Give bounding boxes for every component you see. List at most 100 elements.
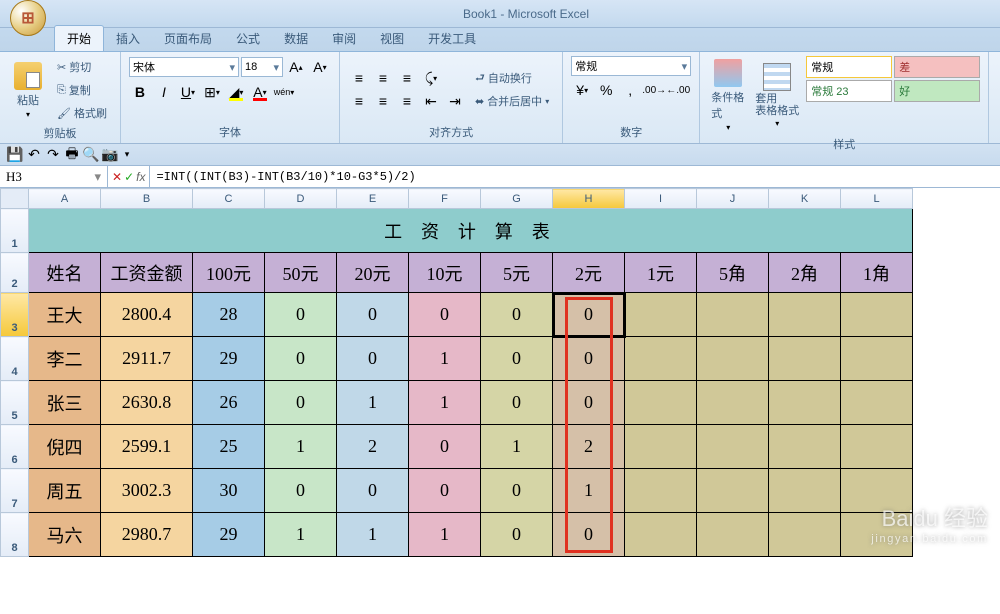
cell-F5[interactable]: 1 xyxy=(409,381,481,425)
cell-B3[interactable]: 2800.4 xyxy=(101,293,193,337)
cell-H3[interactable]: 0 xyxy=(553,293,625,337)
cell-K7[interactable] xyxy=(769,469,841,513)
cell-E3[interactable]: 0 xyxy=(337,293,409,337)
cell-L8[interactable] xyxy=(841,513,913,557)
cell-F3[interactable]: 0 xyxy=(409,293,481,337)
tab-review[interactable]: 审阅 xyxy=(320,26,368,51)
fill-color-button[interactable]: ◢▾ xyxy=(225,81,247,103)
cell-I3[interactable] xyxy=(625,293,697,337)
table-header[interactable]: 100元 xyxy=(193,253,265,293)
cell-J5[interactable] xyxy=(697,381,769,425)
style-normal[interactable]: 常规 xyxy=(806,56,892,78)
qat-redo[interactable]: ↷ xyxy=(44,146,62,164)
qat-more[interactable]: ▾ xyxy=(120,146,134,164)
row-header-2[interactable]: 2 xyxy=(1,253,29,293)
align-top-button[interactable]: ≡ xyxy=(348,67,370,89)
decrease-indent-button[interactable]: ⇤ xyxy=(420,90,442,112)
table-header[interactable]: 2角 xyxy=(769,253,841,293)
cell-I8[interactable] xyxy=(625,513,697,557)
underline-button[interactable]: U▾ xyxy=(177,81,199,103)
tab-home[interactable]: 开始 xyxy=(54,25,104,51)
office-button[interactable] xyxy=(4,0,52,28)
cell-A3[interactable]: 王大 xyxy=(29,293,101,337)
cell-A4[interactable]: 李二 xyxy=(29,337,101,381)
cell-D8[interactable]: 1 xyxy=(265,513,337,557)
row-header-4[interactable]: 4 xyxy=(1,337,29,381)
col-header-A[interactable]: A xyxy=(29,189,101,209)
cell-D3[interactable]: 0 xyxy=(265,293,337,337)
increase-font-button[interactable]: A▴ xyxy=(285,56,307,78)
table-header[interactable]: 5角 xyxy=(697,253,769,293)
col-header-E[interactable]: E xyxy=(337,189,409,209)
cell-I5[interactable] xyxy=(625,381,697,425)
cell-C5[interactable]: 26 xyxy=(193,381,265,425)
tab-insert[interactable]: 插入 xyxy=(104,26,152,51)
cell-F6[interactable]: 0 xyxy=(409,425,481,469)
cell-L6[interactable] xyxy=(841,425,913,469)
cell-K3[interactable] xyxy=(769,293,841,337)
align-middle-button[interactable]: ≡ xyxy=(372,67,394,89)
style-normal23[interactable]: 常规 23 xyxy=(806,80,892,102)
style-bad[interactable]: 差 xyxy=(894,56,980,78)
table-header[interactable]: 姓名 xyxy=(29,253,101,293)
orientation-button[interactable]: ⤹▾ xyxy=(420,67,442,89)
name-box[interactable]: H3 ▾ xyxy=(0,166,108,187)
table-header[interactable]: 2元 xyxy=(553,253,625,293)
row-header-6[interactable]: 6 xyxy=(1,425,29,469)
font-color-button[interactable]: A▾ xyxy=(249,81,271,103)
cell-F8[interactable]: 1 xyxy=(409,513,481,557)
wrap-text-button[interactable]: ⮐自动换行 xyxy=(470,67,554,89)
cell-A7[interactable]: 周五 xyxy=(29,469,101,513)
table-header[interactable]: 工资金额 xyxy=(101,253,193,293)
row-header-7[interactable]: 7 xyxy=(1,469,29,513)
cell-A8[interactable]: 马六 xyxy=(29,513,101,557)
qat-preview[interactable]: 🔍 xyxy=(82,146,100,164)
number-format-combo[interactable]: 常规▾ xyxy=(571,56,691,76)
italic-button[interactable]: I xyxy=(153,81,175,103)
cell-K6[interactable] xyxy=(769,425,841,469)
cell-E5[interactable]: 1 xyxy=(337,381,409,425)
cut-button[interactable]: ✂剪切 xyxy=(52,56,112,78)
qat-print[interactable]: 🖶 xyxy=(63,146,81,164)
insert-function-button[interactable]: fx xyxy=(136,170,145,184)
table-header[interactable]: 20元 xyxy=(337,253,409,293)
table-header[interactable]: 5元 xyxy=(481,253,553,293)
cell-C7[interactable]: 30 xyxy=(193,469,265,513)
align-right-button[interactable]: ≡ xyxy=(396,90,418,112)
align-center-button[interactable]: ≡ xyxy=(372,90,394,112)
cell-C3[interactable]: 28 xyxy=(193,293,265,337)
cell-E8[interactable]: 1 xyxy=(337,513,409,557)
cell-D5[interactable]: 0 xyxy=(265,381,337,425)
conditional-format-button[interactable]: 条件格式 ▾ xyxy=(708,56,748,135)
cell-L3[interactable] xyxy=(841,293,913,337)
cell-B6[interactable]: 2599.1 xyxy=(101,425,193,469)
cell-B8[interactable]: 2980.7 xyxy=(101,513,193,557)
cell-I4[interactable] xyxy=(625,337,697,381)
table-header[interactable]: 10元 xyxy=(409,253,481,293)
align-bottom-button[interactable]: ≡ xyxy=(396,67,418,89)
cell-K4[interactable] xyxy=(769,337,841,381)
cell-I7[interactable] xyxy=(625,469,697,513)
increase-decimal-button[interactable]: .00→ xyxy=(643,79,665,101)
decrease-font-button[interactable]: A▾ xyxy=(309,56,331,78)
percent-button[interactable]: % xyxy=(595,79,617,101)
cell-E7[interactable]: 0 xyxy=(337,469,409,513)
cell-J7[interactable] xyxy=(697,469,769,513)
formula-input[interactable]: =INT((INT(B3)-INT(B3/10)*10-G3*5)/2) xyxy=(150,166,1000,187)
cell-H7[interactable]: 1 xyxy=(553,469,625,513)
bold-button[interactable]: B xyxy=(129,81,151,103)
font-name-combo[interactable]: 宋体▾ xyxy=(129,57,239,77)
table-header[interactable]: 1角 xyxy=(841,253,913,293)
cell-G5[interactable]: 0 xyxy=(481,381,553,425)
cell-C8[interactable]: 29 xyxy=(193,513,265,557)
col-header-L[interactable]: L xyxy=(841,189,913,209)
cell-L4[interactable] xyxy=(841,337,913,381)
col-header-G[interactable]: G xyxy=(481,189,553,209)
row-header-1[interactable]: 1 xyxy=(1,209,29,253)
cell-F7[interactable]: 0 xyxy=(409,469,481,513)
col-header-D[interactable]: D xyxy=(265,189,337,209)
row-header-8[interactable]: 8 xyxy=(1,513,29,557)
cell-J6[interactable] xyxy=(697,425,769,469)
qat-undo[interactable]: ↶ xyxy=(25,146,43,164)
cell-K5[interactable] xyxy=(769,381,841,425)
